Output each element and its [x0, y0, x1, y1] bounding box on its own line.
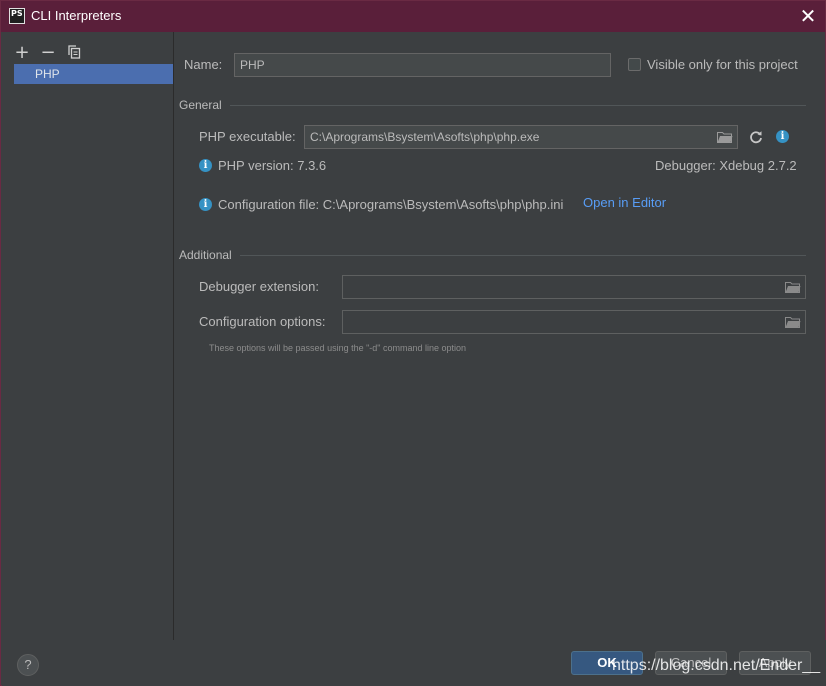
php-version-row: i PHP version: 7.3.6: [199, 158, 326, 173]
info-icon: i: [199, 198, 212, 211]
copy-icon[interactable]: [66, 43, 82, 61]
window-title: CLI Interpreters: [31, 8, 122, 23]
title-bar: PS CLI Interpreters ✕: [1, 1, 825, 32]
interpreter-settings: Name: PHP Visible only for this project …: [175, 32, 826, 640]
debugger-text: Debugger: Xdebug 2.7.2: [655, 158, 797, 173]
list-toolbar: + −: [14, 42, 82, 63]
php-version-text: PHP version: 7.3.6: [218, 158, 327, 173]
dialog-footer: ? OK Cancel Apply https://blog.csdn.net/…: [2, 640, 826, 686]
configuration-options-hint: These options will be passed using the "…: [209, 343, 467, 353]
remove-icon[interactable]: −: [40, 42, 56, 63]
php-executable-value: C:\Aprograms\Bsystem\Asofts\php\php.exe: [310, 130, 540, 144]
configuration-options-label: Configuration options:: [199, 314, 326, 329]
general-section-title: General: [179, 98, 222, 112]
cli-interpreters-dialog: PS CLI Interpreters ✕ + − PHP Name: PHP: [0, 0, 826, 686]
additional-section-header: Additional: [179, 248, 806, 262]
section-divider: [229, 104, 806, 106]
php-executable-label: PHP executable:: [199, 129, 296, 144]
general-section-header: General: [179, 98, 806, 112]
close-button[interactable]: ✕: [797, 5, 819, 27]
configuration-options-field[interactable]: [342, 310, 806, 334]
open-in-editor-link[interactable]: Open in Editor: [583, 195, 666, 210]
section-divider: [239, 254, 806, 256]
add-icon[interactable]: +: [14, 42, 30, 63]
info-icon: i: [199, 159, 212, 172]
config-file-text: Configuration file: C:\Aprograms\Bsystem…: [218, 197, 564, 212]
checkbox-box[interactable]: [628, 58, 641, 71]
debugger-extension-label: Debugger extension:: [199, 279, 319, 294]
name-label: Name:: [184, 57, 223, 72]
help-button[interactable]: ?: [17, 654, 39, 676]
visible-only-checkbox[interactable]: Visible only for this project: [628, 57, 798, 72]
interpreter-list-panel: + − PHP: [2, 32, 174, 640]
php-executable-field[interactable]: C:\Aprograms\Bsystem\Asofts\php\php.exe: [304, 125, 738, 149]
refresh-icon[interactable]: [749, 130, 763, 144]
additional-section-title: Additional: [179, 248, 232, 262]
info-icon[interactable]: i: [776, 130, 789, 143]
browse-folder-icon[interactable]: [785, 316, 801, 328]
list-item[interactable]: PHP: [14, 64, 173, 84]
browse-folder-icon[interactable]: [785, 281, 801, 293]
watermark: https://blog.csdn.net/Ender__: [612, 657, 821, 674]
config-file-row: i Configuration file: C:\Aprograms\Bsyst…: [199, 197, 563, 212]
browse-folder-icon[interactable]: [717, 131, 733, 143]
debugger-extension-field[interactable]: [342, 275, 806, 299]
interpreter-list: PHP: [14, 64, 173, 84]
phpstorm-logo-icon: PS: [9, 8, 25, 24]
visible-only-label: Visible only for this project: [647, 57, 798, 72]
name-field[interactable]: PHP: [234, 53, 611, 77]
